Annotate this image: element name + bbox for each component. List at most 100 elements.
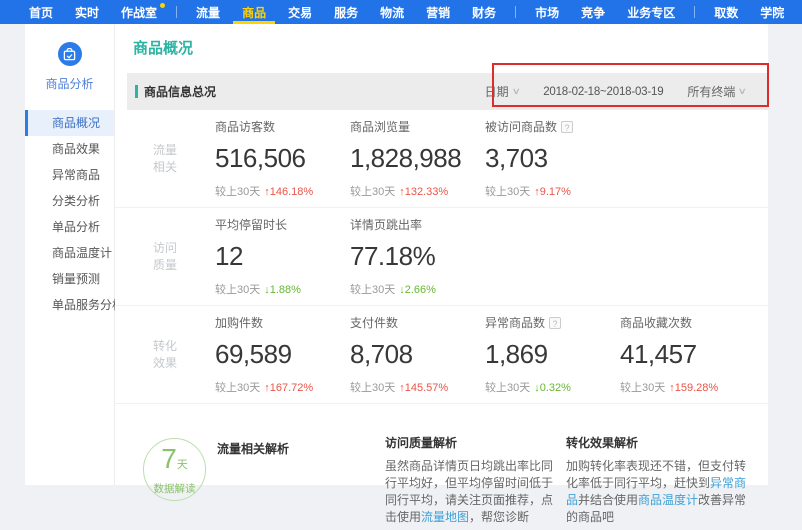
nav-item-4[interactable]: 流量 — [185, 0, 231, 24]
metric-2-0: 加购件数69,589较上30天↑167.72% — [215, 314, 350, 395]
nav-item-14[interactable]: 业务专区 — [616, 0, 686, 24]
badge-days: 7天 — [144, 445, 205, 479]
metric-row-2: 转化效果加购件数69,589较上30天↑167.72%支付件数8,708较上30… — [115, 306, 768, 404]
date-type-dropdown[interactable]: 日期 ∨ — [485, 83, 520, 100]
metric-name: 支付件数 — [350, 314, 485, 331]
metric-name: 平均停留时长 — [215, 216, 350, 233]
arrow-up-icon: ↑145.57% — [399, 382, 448, 394]
metric-2-2: 异常商品数? 1,869 较上30天↓0.32% — [485, 314, 620, 395]
metric-group-label: 转化效果 — [115, 338, 215, 372]
nav-item-2[interactable]: 作战室 — [110, 0, 168, 24]
sidebar-item-6[interactable]: 销量预测 — [25, 266, 114, 292]
metric-group-label: 访问质量 — [115, 240, 215, 274]
notification-dot-icon — [160, 3, 165, 8]
product-overview-page: { "nav": { "items": [ {"label":"首页"}, {"… — [0, 0, 802, 485]
insight-body: 加购转化率表现还不错，但支付转化率低于同行平均，赶快到异常商品并结合使用商品温度… — [566, 458, 750, 526]
metric-name: 商品浏览量 — [350, 118, 485, 135]
product-analysis-icon — [58, 42, 82, 66]
metric-name: 商品收藏次数 — [620, 314, 755, 331]
date-range-picker[interactable]: 2018-02-18~2018-03-19 — [543, 86, 663, 98]
sidebar-item-1[interactable]: 商品效果 — [25, 136, 114, 162]
terminal-label: 所有终端 — [687, 83, 735, 100]
metric-name: 被访问商品数? — [485, 118, 620, 135]
insight-title: 流量相关解析 — [217, 440, 369, 457]
insight-title: 转化效果解析 — [566, 434, 750, 451]
badge-subtitle: 数据解读 — [144, 481, 205, 496]
metric-value: 41,457 — [620, 339, 755, 370]
metric-name: 商品访客数 — [215, 118, 350, 135]
help-icon[interactable]: ? — [561, 121, 573, 133]
metric-name: 加购件数 — [215, 314, 350, 331]
insight-title: 访问质量解析 — [385, 434, 553, 451]
arrow-up-icon: ↑167.72% — [264, 382, 313, 394]
nav-item-1[interactable]: 实时 — [64, 0, 110, 24]
nav-item-13[interactable]: 竞争 — [570, 0, 616, 24]
nav-separator — [515, 6, 516, 18]
metric-change: 较上30天↑159.28% — [620, 379, 755, 395]
nav-item-10[interactable]: 财务 — [461, 0, 507, 24]
nav-item-7[interactable]: 服务 — [323, 0, 369, 24]
arrow-down-icon: ↓2.66% — [399, 284, 436, 296]
sidebar-group-title: 商品分析 — [25, 75, 114, 92]
filter-bar: 日期 ∨ 2018-02-18~2018-03-19 所有终端 ∨ — [485, 83, 746, 100]
sidebar-item-0[interactable]: 商品概况 — [25, 110, 114, 136]
metric-1-1: 详情页跳出率77.18%较上30天↓2.66% — [350, 216, 485, 297]
sidebar-group-header: 商品分析 — [25, 24, 114, 92]
sidebar-item-7[interactable]: 单品服务分析 — [25, 292, 114, 318]
terminal-dropdown[interactable]: 所有终端 ∨ — [687, 83, 746, 100]
metric-0-0: 商品访客数516,506较上30天↑146.18% — [215, 118, 350, 199]
metric-change: 较上30天↑145.57% — [350, 379, 485, 395]
insight-body: 虽然商品详情页日均跳出率比同行平均好，但平均停留时间低于同行平均，请关注页面推荐… — [385, 458, 553, 526]
metric-name: 异常商品数? — [485, 314, 620, 331]
sidebar-item-5[interactable]: 商品温度计 — [25, 240, 114, 266]
metric-2-1: 支付件数 8,708 较上30天↑145.57% — [350, 314, 485, 395]
page-title: 商品概况 — [133, 37, 193, 58]
data-insight-badge: 7天 数据解读 — [143, 438, 206, 501]
metric-value: 3,703 — [485, 143, 620, 174]
section-header: 商品信息总况 日期 ∨ 2018-02-18~2018-03-19 所有终端 ∨ — [127, 73, 768, 110]
metric-value: 77.18% — [350, 241, 485, 272]
nav-item-5[interactable]: 商品 — [231, 0, 277, 24]
metric-row-0: 流量相关商品访客数516,506较上30天↑146.18%商品浏览量1,828,… — [115, 110, 768, 208]
nav-item-6[interactable]: 交易 — [277, 0, 323, 24]
metric-value: 516,506 — [215, 143, 350, 174]
chevron-down-icon: ∨ — [738, 86, 747, 97]
nav-separator — [694, 6, 695, 18]
metric-group-label: 流量相关 — [115, 142, 215, 176]
metric-value: 1,828,988 — [350, 143, 485, 174]
metric-change: 较上30天↓1.88% — [215, 281, 350, 297]
sidebar-item-2[interactable]: 异常商品 — [25, 162, 114, 188]
nav-separator — [176, 6, 177, 18]
metrics-panel: 流量相关商品访客数516,506较上30天↑146.18%商品浏览量1,828,… — [115, 110, 768, 404]
metric-change: 较上30天↑167.72% — [215, 379, 350, 395]
nav-item-16[interactable]: 取数 — [703, 0, 749, 24]
metric-0-1: 商品浏览量1,828,988较上30天↑132.33% — [350, 118, 485, 199]
arrow-up-icon: ↑159.28% — [669, 382, 718, 394]
metric-1-0: 平均停留时长12较上30天↓1.88% — [215, 216, 350, 297]
sidebar-item-4[interactable]: 单品分析 — [25, 214, 114, 240]
nav-item-0[interactable]: 首页 — [18, 0, 64, 24]
insight-link[interactable]: 流量地图 — [421, 510, 469, 524]
sidebar-item-3[interactable]: 分类分析 — [25, 188, 114, 214]
metric-change: 较上30天↑9.17% — [485, 183, 620, 199]
insight-column-0: 流量相关解析 — [217, 440, 369, 464]
main-content: 商品概况 商品信息总况 日期 ∨ 2018-02-18~2018-03-19 所… — [115, 24, 768, 485]
metric-value: 1,869 — [485, 339, 620, 370]
nav-item-12[interactable]: 市场 — [524, 0, 570, 24]
help-icon[interactable]: ? — [549, 317, 561, 329]
arrow-up-icon: ↑132.33% — [399, 186, 448, 198]
metric-value: 8,708 — [350, 339, 485, 370]
insight-column-2: 转化效果解析加购转化率表现还不错，但支付转化率低于同行平均，赶快到异常商品并结合… — [566, 434, 750, 526]
nav-item-17[interactable]: 学院 — [749, 0, 795, 24]
sidebar-menu: 商品概况商品效果异常商品分类分析单品分析商品温度计销量预测单品服务分析 — [25, 110, 114, 318]
section-title-wrap: 商品信息总况 — [135, 83, 216, 100]
metric-change: 较上30天↓0.32% — [485, 379, 620, 395]
arrow-up-icon: ↑9.17% — [534, 186, 571, 198]
nav-item-9[interactable]: 营销 — [415, 0, 461, 24]
metric-name: 详情页跳出率 — [350, 216, 485, 233]
insight-link[interactable]: 商品温度计 — [638, 493, 698, 507]
insights-panel: 7天 数据解读 流量相关解析访问质量解析虽然商品详情页日均跳出率比同行平均好，但… — [115, 410, 768, 530]
nav-item-8[interactable]: 物流 — [369, 0, 415, 24]
metric-0-2: 被访问商品数? 3,703 较上30天↑9.17% — [485, 118, 620, 199]
insight-column-1: 访问质量解析虽然商品详情页日均跳出率比同行平均好，但平均停留时间低于同行平均，请… — [385, 434, 553, 526]
